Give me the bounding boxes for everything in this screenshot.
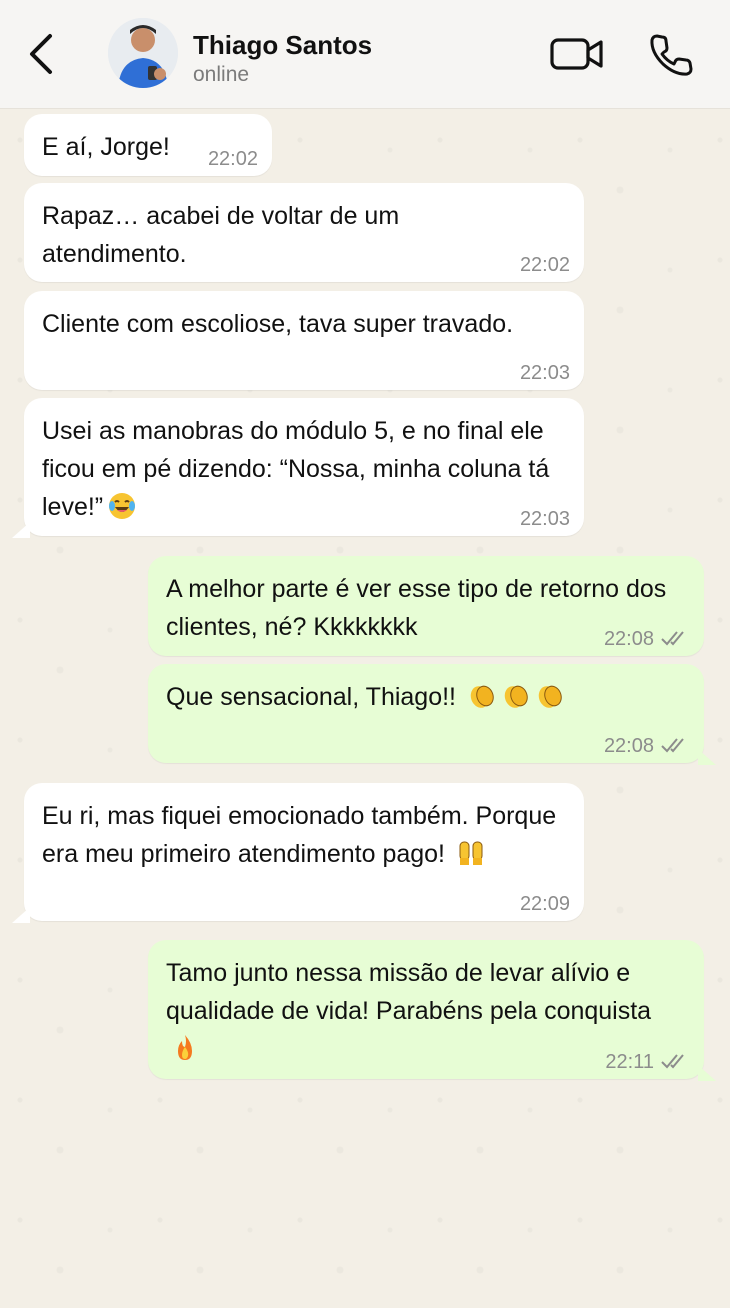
message-time: 22:02 — [519, 254, 570, 276]
back-button[interactable] — [20, 26, 64, 82]
voice-call-button[interactable] — [645, 28, 695, 80]
incoming-message[interactable]: Cliente com escoliose, tava super travad… — [24, 291, 584, 390]
raising-hands-emoji — [459, 841, 483, 865]
double-check-icon — [661, 1054, 684, 1069]
chat-header: Thiago Santos online — [0, 0, 730, 109]
bubble-tail — [12, 907, 30, 923]
message-time: 22:08 — [603, 735, 654, 757]
incoming-message[interactable]: Eu ri, mas fiquei emocionado também. Por… — [12, 783, 584, 923]
clapping-hands-emoji — [470, 685, 494, 708]
incoming-message[interactable]: Rapaz… acabei de voltar de um atendiment… — [24, 183, 584, 282]
message-text-content: Que sensacional, Thiago!! — [166, 683, 457, 711]
bubble-tail — [12, 522, 30, 538]
laughing-tears-emoji — [109, 493, 136, 519]
outgoing-message[interactable]: Que sensacional, Thiago!! 22:08 — [148, 664, 716, 765]
clapping-hands-emoji — [538, 685, 562, 708]
message-text: Eu ri, mas fiquei emocionado também. Por… — [42, 797, 566, 873]
message-text: Que sensacional, Thiago!! — [166, 678, 686, 716]
message-time: 22:02 — [207, 148, 258, 170]
double-check-icon — [661, 631, 684, 646]
message-text: Usei as manobras do módulo 5, e no final… — [42, 412, 566, 526]
outgoing-message[interactable]: Tamo junto nessa missão de levar alívio … — [148, 940, 716, 1081]
video-camera-icon — [550, 38, 603, 70]
message-meta: 22:11 — [605, 1051, 690, 1073]
outgoing-message[interactable]: A melhor parte é ver esse tipo de retorn… — [148, 556, 704, 656]
message-time: 22:09 — [519, 893, 570, 915]
message-time: 22:03 — [519, 508, 570, 530]
contact-name[interactable]: Thiago Santos — [193, 30, 372, 61]
message-text-content: Tamo junto nessa missão de levar alívio … — [166, 959, 652, 1025]
message-meta: 22:08 — [604, 628, 690, 650]
message-time: 22:08 — [603, 628, 654, 650]
clapping-hands-emoji — [504, 685, 528, 708]
video-call-button[interactable] — [548, 30, 606, 78]
message-time: 22:03 — [519, 362, 570, 384]
message-meta: 22:08 — [604, 735, 690, 757]
phone-icon — [650, 34, 693, 76]
message-text: Cliente com escoliose, tava super travad… — [42, 310, 514, 338]
contact-avatar[interactable] — [108, 18, 178, 88]
contact-status: online — [193, 63, 250, 86]
chevron-left-icon — [30, 34, 52, 74]
message-time: 22:11 — [605, 1051, 654, 1073]
bubble-tail — [698, 749, 716, 765]
message-text: Rapaz… acabei de voltar de um atendiment… — [42, 202, 400, 268]
double-check-icon — [661, 738, 684, 753]
chat-screen: Thiago Santos online E aí, Jorge! 22:02 … — [0, 0, 730, 1308]
avatar-icon — [108, 18, 178, 88]
incoming-message[interactable]: Usei as manobras do módulo 5, e no final… — [12, 398, 584, 538]
bubble-tail — [698, 1065, 716, 1081]
fire-emoji — [178, 1035, 192, 1060]
incoming-message[interactable]: E aí, Jorge! 22:02 — [24, 114, 272, 176]
